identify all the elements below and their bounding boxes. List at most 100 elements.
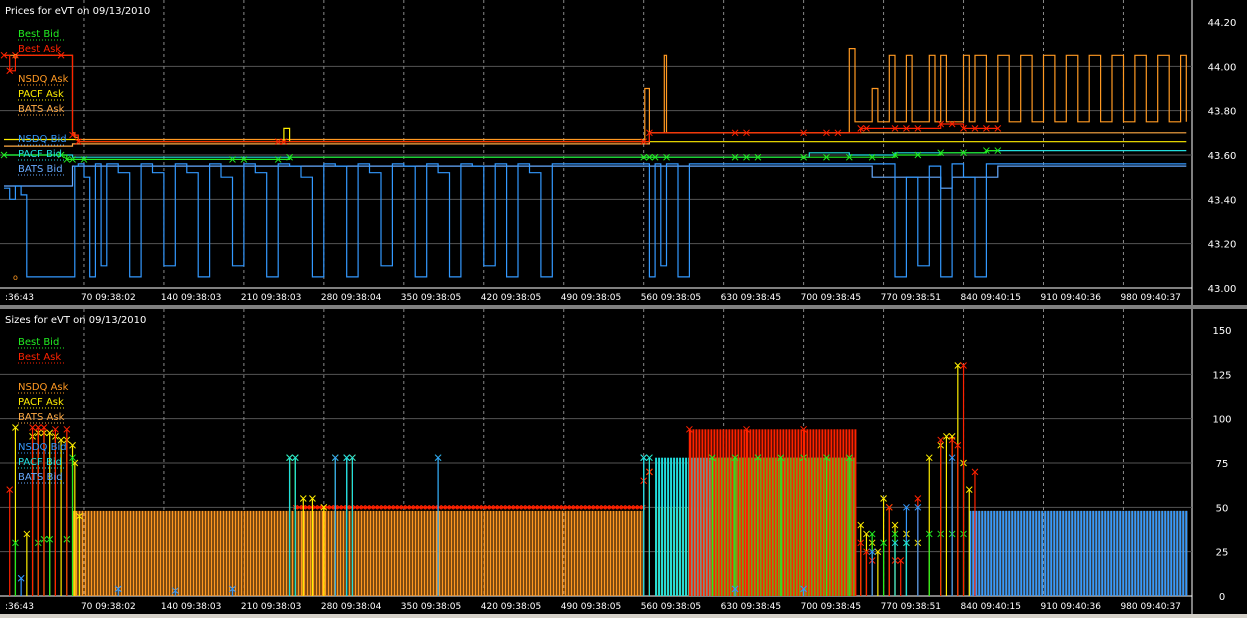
size-bar <box>794 429 797 596</box>
size-bar <box>1011 510 1014 596</box>
size-bar <box>300 510 303 596</box>
size-bar <box>279 510 282 596</box>
x-tick-label: 770 09:38:51 <box>881 293 941 303</box>
size-bar <box>357 510 360 596</box>
size-bar <box>243 510 246 596</box>
size-bar <box>204 510 207 596</box>
size-bar <box>531 510 534 596</box>
size-bar <box>498 510 501 596</box>
legend-entry: Best Bid <box>18 337 59 348</box>
size-bar <box>676 457 679 596</box>
size-bar <box>144 510 147 596</box>
size-bar <box>1173 510 1176 596</box>
size-bar <box>725 429 728 596</box>
size-bar <box>108 510 111 596</box>
size-bar <box>450 510 453 596</box>
x-tick-label: 980 09:40:37 <box>1120 293 1180 303</box>
size-bar <box>522 510 525 596</box>
size-bar <box>1176 510 1179 596</box>
size-bar <box>1152 510 1155 596</box>
x-tick-label: 70 09:38:02 <box>81 602 136 612</box>
size-bar <box>1005 510 1008 596</box>
size-bar <box>821 429 824 596</box>
size-bar <box>1023 510 1026 596</box>
size-bar <box>87 510 90 596</box>
size-bar <box>716 429 719 596</box>
size-bar <box>171 510 174 596</box>
size-bar <box>737 429 740 596</box>
legend-entry: PACF Bid <box>18 149 62 160</box>
size-bar <box>731 429 734 596</box>
size-bar <box>713 429 716 596</box>
sizes-panel: Sizes for eVT on 09/13/2010 Best Bid Best… <box>0 309 1247 614</box>
size-bar <box>555 510 558 596</box>
size-bar <box>1053 510 1056 596</box>
size-bar <box>96 510 99 596</box>
legend-entry: NSDQ Ask <box>18 382 69 393</box>
size-bar <box>1068 510 1071 596</box>
size-bar <box>414 510 417 596</box>
x-tick-label: 210 09:38:03 <box>241 602 301 612</box>
size-bar <box>426 510 429 596</box>
x-tick-label: 420 09:38:05 <box>481 602 541 612</box>
size-bar <box>399 510 402 596</box>
x-tick-label: 420 09:38:05 <box>481 293 541 303</box>
size-bar <box>612 510 615 596</box>
size-bar <box>1104 510 1107 596</box>
x-tick-label: 560 09:38:05 <box>641 602 701 612</box>
size-bar <box>120 510 123 596</box>
size-bar <box>186 510 189 596</box>
size-bar <box>567 510 570 596</box>
y-tick-label: 125 <box>1212 370 1231 381</box>
size-bar <box>594 510 597 596</box>
price-annotation: o <box>13 273 18 282</box>
size-bar <box>1002 510 1005 596</box>
size-bar <box>1014 510 1017 596</box>
size-bar <box>387 510 390 596</box>
size-bar <box>411 510 414 596</box>
size-bar <box>630 510 633 596</box>
size-bar <box>111 510 114 596</box>
size-bar <box>685 457 688 596</box>
size-bar <box>755 429 758 596</box>
size-bar <box>1134 510 1137 596</box>
size-bar <box>1035 510 1038 596</box>
size-bar <box>168 510 171 596</box>
size-bar <box>447 510 450 596</box>
size-bar <box>324 510 327 596</box>
size-bar <box>183 510 186 596</box>
size-bar <box>818 429 821 596</box>
size-bar <box>987 510 990 596</box>
y-tick-label: 43.20 <box>1208 240 1237 251</box>
size-bar <box>207 510 210 596</box>
y-tick-label: 75 <box>1216 459 1229 470</box>
size-bar <box>981 510 984 596</box>
size-bar <box>851 429 854 596</box>
size-bar <box>827 429 830 596</box>
size-bar <box>102 510 105 596</box>
size-bar <box>297 510 300 596</box>
size-bar <box>381 510 384 596</box>
size-bar <box>978 510 981 596</box>
size-bar <box>258 510 261 596</box>
size-bar <box>1086 510 1089 596</box>
size-bar <box>162 510 165 596</box>
legend-entry: NSDQ Bid <box>18 134 67 145</box>
size-bar <box>156 510 159 596</box>
size-bar <box>267 510 270 596</box>
size-bar <box>441 510 444 596</box>
size-bar <box>707 429 710 596</box>
size-bar <box>261 510 264 596</box>
size-bar <box>138 510 141 596</box>
size-bar <box>1050 510 1053 596</box>
size-bar <box>372 510 375 596</box>
size-bar <box>222 510 225 596</box>
legend-entry: BATS Bid <box>18 472 63 483</box>
size-bar <box>842 429 845 596</box>
size-bar <box>633 510 636 596</box>
size-bar <box>701 429 704 596</box>
size-bar <box>525 510 528 596</box>
panel-divider[interactable] <box>0 305 1247 309</box>
size-bar <box>129 510 132 596</box>
size-bar <box>321 510 324 596</box>
